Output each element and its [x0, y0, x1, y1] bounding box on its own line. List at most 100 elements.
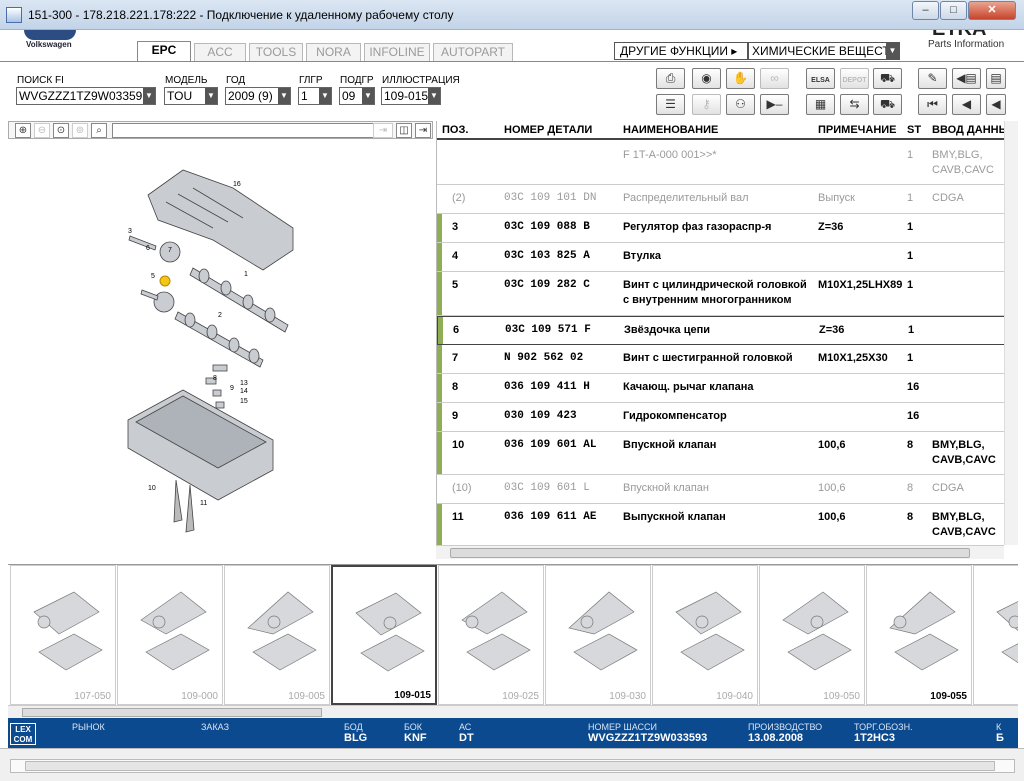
first-button[interactable]: ⏮	[918, 94, 947, 115]
minimize-button[interactable]: –	[912, 1, 939, 20]
thumbnail[interactable]: 109-055	[866, 565, 972, 705]
table-row[interactable]: 3 03C 109 088 B Регулятор фаз газораспр-я Z…	[437, 214, 1004, 243]
pin-button[interactable]: ✎	[918, 68, 947, 89]
tab-tools[interactable]: TOOLS	[249, 43, 303, 61]
callout-number[interactable]: 6	[146, 245, 150, 252]
link-button[interactable]: ∞	[760, 68, 789, 89]
table-vertical-scrollbar[interactable]	[1004, 121, 1018, 545]
window-horizontal-scrollbar[interactable]	[10, 759, 1015, 773]
table-row[interactable]: 8 036 109 411 H Качающ. рычаг клапана 16	[437, 374, 1004, 403]
print-button[interactable]: ⎙	[656, 68, 685, 89]
cell-part-number: 03C 109 571 F	[505, 324, 591, 336]
table-horizontal-scrollbar[interactable]	[436, 545, 1004, 559]
handshake-button[interactable]: ✋	[726, 68, 755, 89]
tab-autopart[interactable]: AUTOPART	[433, 43, 513, 61]
callout-number[interactable]: 14	[240, 388, 248, 395]
callout-number[interactable]: 3	[128, 228, 132, 235]
motorcycle-button[interactable]: ⚇	[726, 94, 755, 115]
thumbnail[interactable]	[973, 565, 1018, 705]
search-button[interactable]: ⌕	[91, 123, 107, 138]
table-row[interactable]: 7 N 902 562 02 Винт с шестигранной головко…	[437, 345, 1004, 374]
callout-number[interactable]: 10	[148, 485, 156, 492]
callout-number[interactable]: 11	[200, 500, 207, 507]
thumbnail[interactable]: 109-050	[759, 565, 865, 705]
zoom-out-button[interactable]: ⊖	[34, 123, 50, 138]
next-button[interactable]: ◀	[986, 94, 1006, 115]
key-button[interactable]: ⚷	[692, 94, 721, 115]
other-functions-button[interactable]: ДРУГИЕ ФУНКЦИИ ▸	[614, 42, 748, 60]
thumbnail[interactable]: 109-015	[331, 565, 437, 705]
callout-number[interactable]: 15	[240, 398, 248, 405]
table-row[interactable]: 11 036 109 611 AE Выпускной клапан 100,6 8 BM…	[437, 504, 1004, 545]
document-button[interactable]: ▦	[806, 94, 835, 115]
tab-nora[interactable]: NORA	[306, 43, 361, 61]
vehicle-status-bar: LEX COM РЫНОК ЗАКАЗ БОД BLG БОК KNF АС D…	[8, 718, 1018, 748]
col-part-number[interactable]: НОМЕР ДЕТАЛИ	[504, 124, 592, 136]
thumbnail[interactable]: 109-030	[545, 565, 651, 705]
table-row[interactable]: 9 030 109 423 Гидрокомпенсатор 16	[437, 403, 1004, 432]
next-page-button[interactable]: ▤	[986, 68, 1006, 89]
callout-number[interactable]: 7	[168, 247, 172, 254]
thumbnail[interactable]: 109-025	[438, 565, 544, 705]
transfer-button[interactable]: ⇆	[840, 94, 869, 115]
scroll-thumb[interactable]	[25, 761, 995, 771]
depot-button[interactable]: DEPOT	[840, 68, 869, 89]
col-st[interactable]: ST	[907, 124, 921, 136]
thumbnail[interactable]: 109-005	[224, 565, 330, 705]
tab-acc[interactable]: ACC	[194, 43, 246, 61]
callout-number[interactable]: 9	[230, 385, 234, 392]
illustration-search-input[interactable]	[112, 123, 378, 138]
maximize-button[interactable]: □	[940, 1, 967, 20]
cell-part-number: 030 109 423	[504, 410, 577, 422]
table-row[interactable]: F 1T-A-000 001>>* 1 BMY,BLG, CAVB,CAVC	[437, 142, 1004, 185]
thumbnail[interactable]: 107-050	[10, 565, 116, 705]
cart-button[interactable]: ⛟	[873, 94, 902, 115]
scroll-thumb[interactable]	[22, 708, 322, 717]
search-fi-field[interactable]: WVGZZZ1TZ9W03359 ▼	[16, 87, 156, 105]
callout-number[interactable]: 5	[151, 273, 155, 280]
other-functions-select[interactable]: ХИМИЧЕСКИЕ ВЕЩЕСТВА ▼	[748, 42, 900, 60]
callout-number[interactable]: 2	[218, 312, 222, 319]
callout-number[interactable]: 8	[213, 375, 217, 382]
table-row[interactable]: (2) 03C 109 101 DN Распределительный вал Вы…	[437, 185, 1004, 214]
thumbnails-scrollbar[interactable]	[8, 705, 1018, 718]
year-select[interactable]: 2009 (9) ▼	[225, 87, 291, 105]
col-pos[interactable]: ПОЗ.	[442, 124, 468, 136]
elsa-button[interactable]: ELSA	[806, 68, 835, 89]
sub-group-select[interactable]: 09 ▼	[339, 87, 375, 105]
callout-number[interactable]: 13	[240, 380, 248, 387]
model-select[interactable]: TOU ▼	[164, 87, 218, 105]
previous-button[interactable]: ◀	[952, 94, 981, 115]
table-row[interactable]: 10 036 109 601 AL Впускной клапан 100,6 8 BMY…	[437, 432, 1004, 475]
expand-button[interactable]: ⇥	[415, 123, 431, 138]
zoom-fit-button[interactable]: ⊙	[53, 123, 69, 138]
thumbnail[interactable]: 109-000	[117, 565, 223, 705]
main-group-select[interactable]: 1 ▼	[298, 87, 332, 105]
callout-number[interactable]: 16	[233, 181, 241, 188]
tab-epc[interactable]: EPC	[137, 41, 191, 62]
tab-infoline[interactable]: INFOLINE	[364, 43, 430, 61]
col-name[interactable]: НАИМЕНОВАНИЕ	[623, 124, 718, 136]
table-row[interactable]: 6 03C 109 571 F Звёздочка цепи Z=36 1	[437, 316, 1004, 345]
illustration-canvas[interactable]: 1 2 3 5 6 7 8 9 10 11 13 14 15 16	[8, 140, 433, 560]
cart-add-button[interactable]: ⛟	[873, 68, 902, 89]
disk-button[interactable]: ◉	[692, 68, 721, 89]
play-minus-button[interactable]: ▶–	[760, 94, 789, 115]
scroll-thumb[interactable]	[450, 548, 970, 558]
split-button[interactable]: ⇥	[373, 123, 393, 138]
table-row[interactable]: (10) 03C 109 601 L Впускной клапан 100,6 8 CD…	[437, 475, 1004, 504]
callout-number[interactable]: 1	[244, 271, 248, 278]
thumbnail[interactable]: 109-040	[652, 565, 758, 705]
list-button[interactable]: ☰	[656, 94, 685, 115]
illustration-select[interactable]: 109-015 ▼	[381, 87, 441, 105]
table-row[interactable]: 5 03C 109 282 C Винт с цилиндрической голо…	[437, 272, 1004, 316]
col-note[interactable]: ПРИМЕЧАНИЕ	[818, 124, 897, 136]
col-data[interactable]: ВВОД ДАННЫХ	[932, 124, 1004, 136]
cell-name: Винт с цилиндрической головкой с внутрен…	[623, 279, 807, 306]
zoom-in-button[interactable]: ⊕	[15, 123, 31, 138]
zoom-reset-button[interactable]: ⊚	[72, 123, 88, 138]
layout-button[interactable]: ◫	[396, 123, 412, 138]
close-button[interactable]: ✕	[968, 1, 1016, 20]
table-row[interactable]: 4 03C 103 825 A Втулка 1	[437, 243, 1004, 272]
prev-page-button[interactable]: ◀▤	[952, 68, 981, 89]
